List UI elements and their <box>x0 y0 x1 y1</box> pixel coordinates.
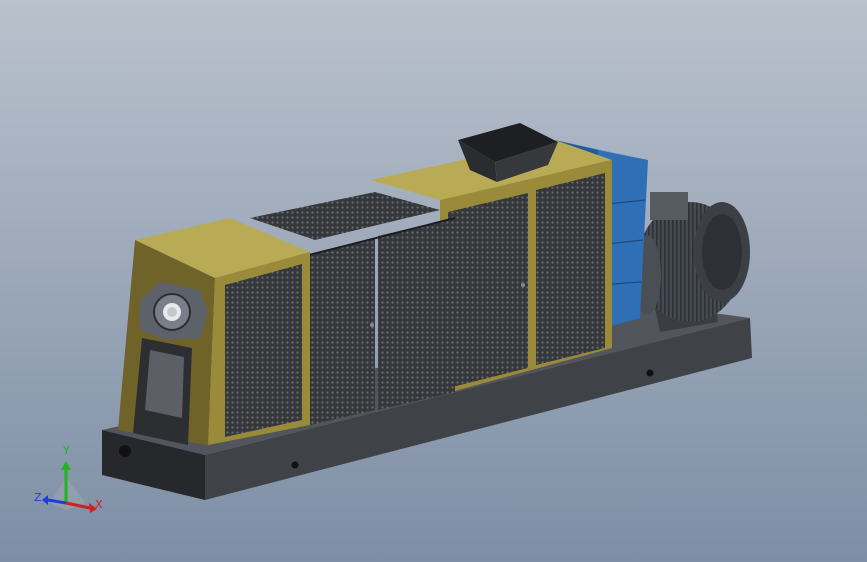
base-hole-front <box>119 445 131 457</box>
base-hole-2 <box>646 369 654 377</box>
front-mesh-panel <box>225 264 302 437</box>
motor-terminal-box <box>650 192 688 220</box>
rear-door-handle[interactable] <box>521 283 525 287</box>
triad-z-label: Z <box>34 491 42 504</box>
middle-door-handle[interactable] <box>370 323 374 327</box>
model-scene[interactable] <box>0 0 867 562</box>
triad-x-label: X <box>95 498 103 511</box>
motor-fan-rim <box>702 214 742 290</box>
end-face-cutout-lower <box>145 350 184 418</box>
base-hole-1 <box>291 461 299 469</box>
middle-mesh-door-right <box>378 218 455 410</box>
3d-viewport[interactable]: Y X Z <box>0 0 867 562</box>
rear-mesh-door-right <box>536 173 605 365</box>
rear-mesh-door-left <box>448 193 528 388</box>
triad-y-label: Y <box>63 444 70 457</box>
flange-bore-inner <box>167 307 177 317</box>
